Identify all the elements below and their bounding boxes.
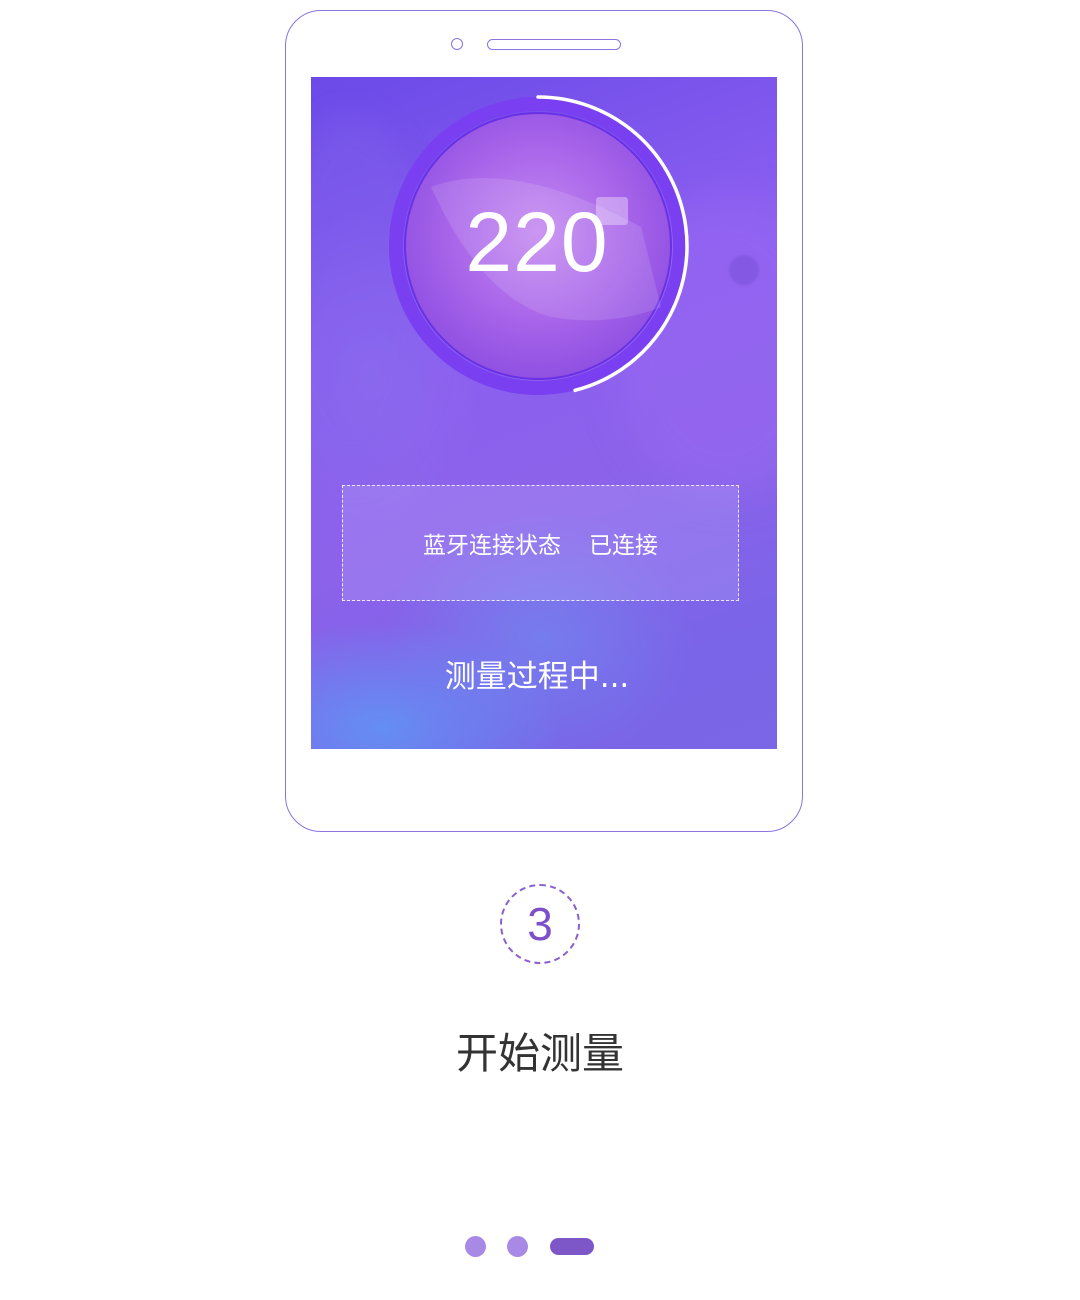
measuring-status-text: 测量过程中... [444,659,630,695]
bluetooth-status-value: 已连接 [589,533,658,559]
step-title: 开始测量 [455,1029,624,1078]
measurement-dial [389,95,689,395]
front-camera [451,38,463,50]
measurement-value: 220 [465,195,609,289]
step-number-badge: 3 [500,884,580,964]
earpiece-speaker [487,39,621,50]
pagination-dot-3-active[interactable] [550,1238,594,1255]
bluetooth-status-panel: 蓝牙连接状态 已连接 [342,485,739,601]
bluetooth-status-label: 蓝牙连接状态 [423,533,561,559]
pagination-dot-1[interactable] [465,1236,486,1257]
step-number: 3 [527,898,553,950]
phone-screen: 220 蓝牙连接状态 已连接 测量过程中... [311,77,777,749]
pagination-dot-2[interactable] [507,1236,528,1257]
